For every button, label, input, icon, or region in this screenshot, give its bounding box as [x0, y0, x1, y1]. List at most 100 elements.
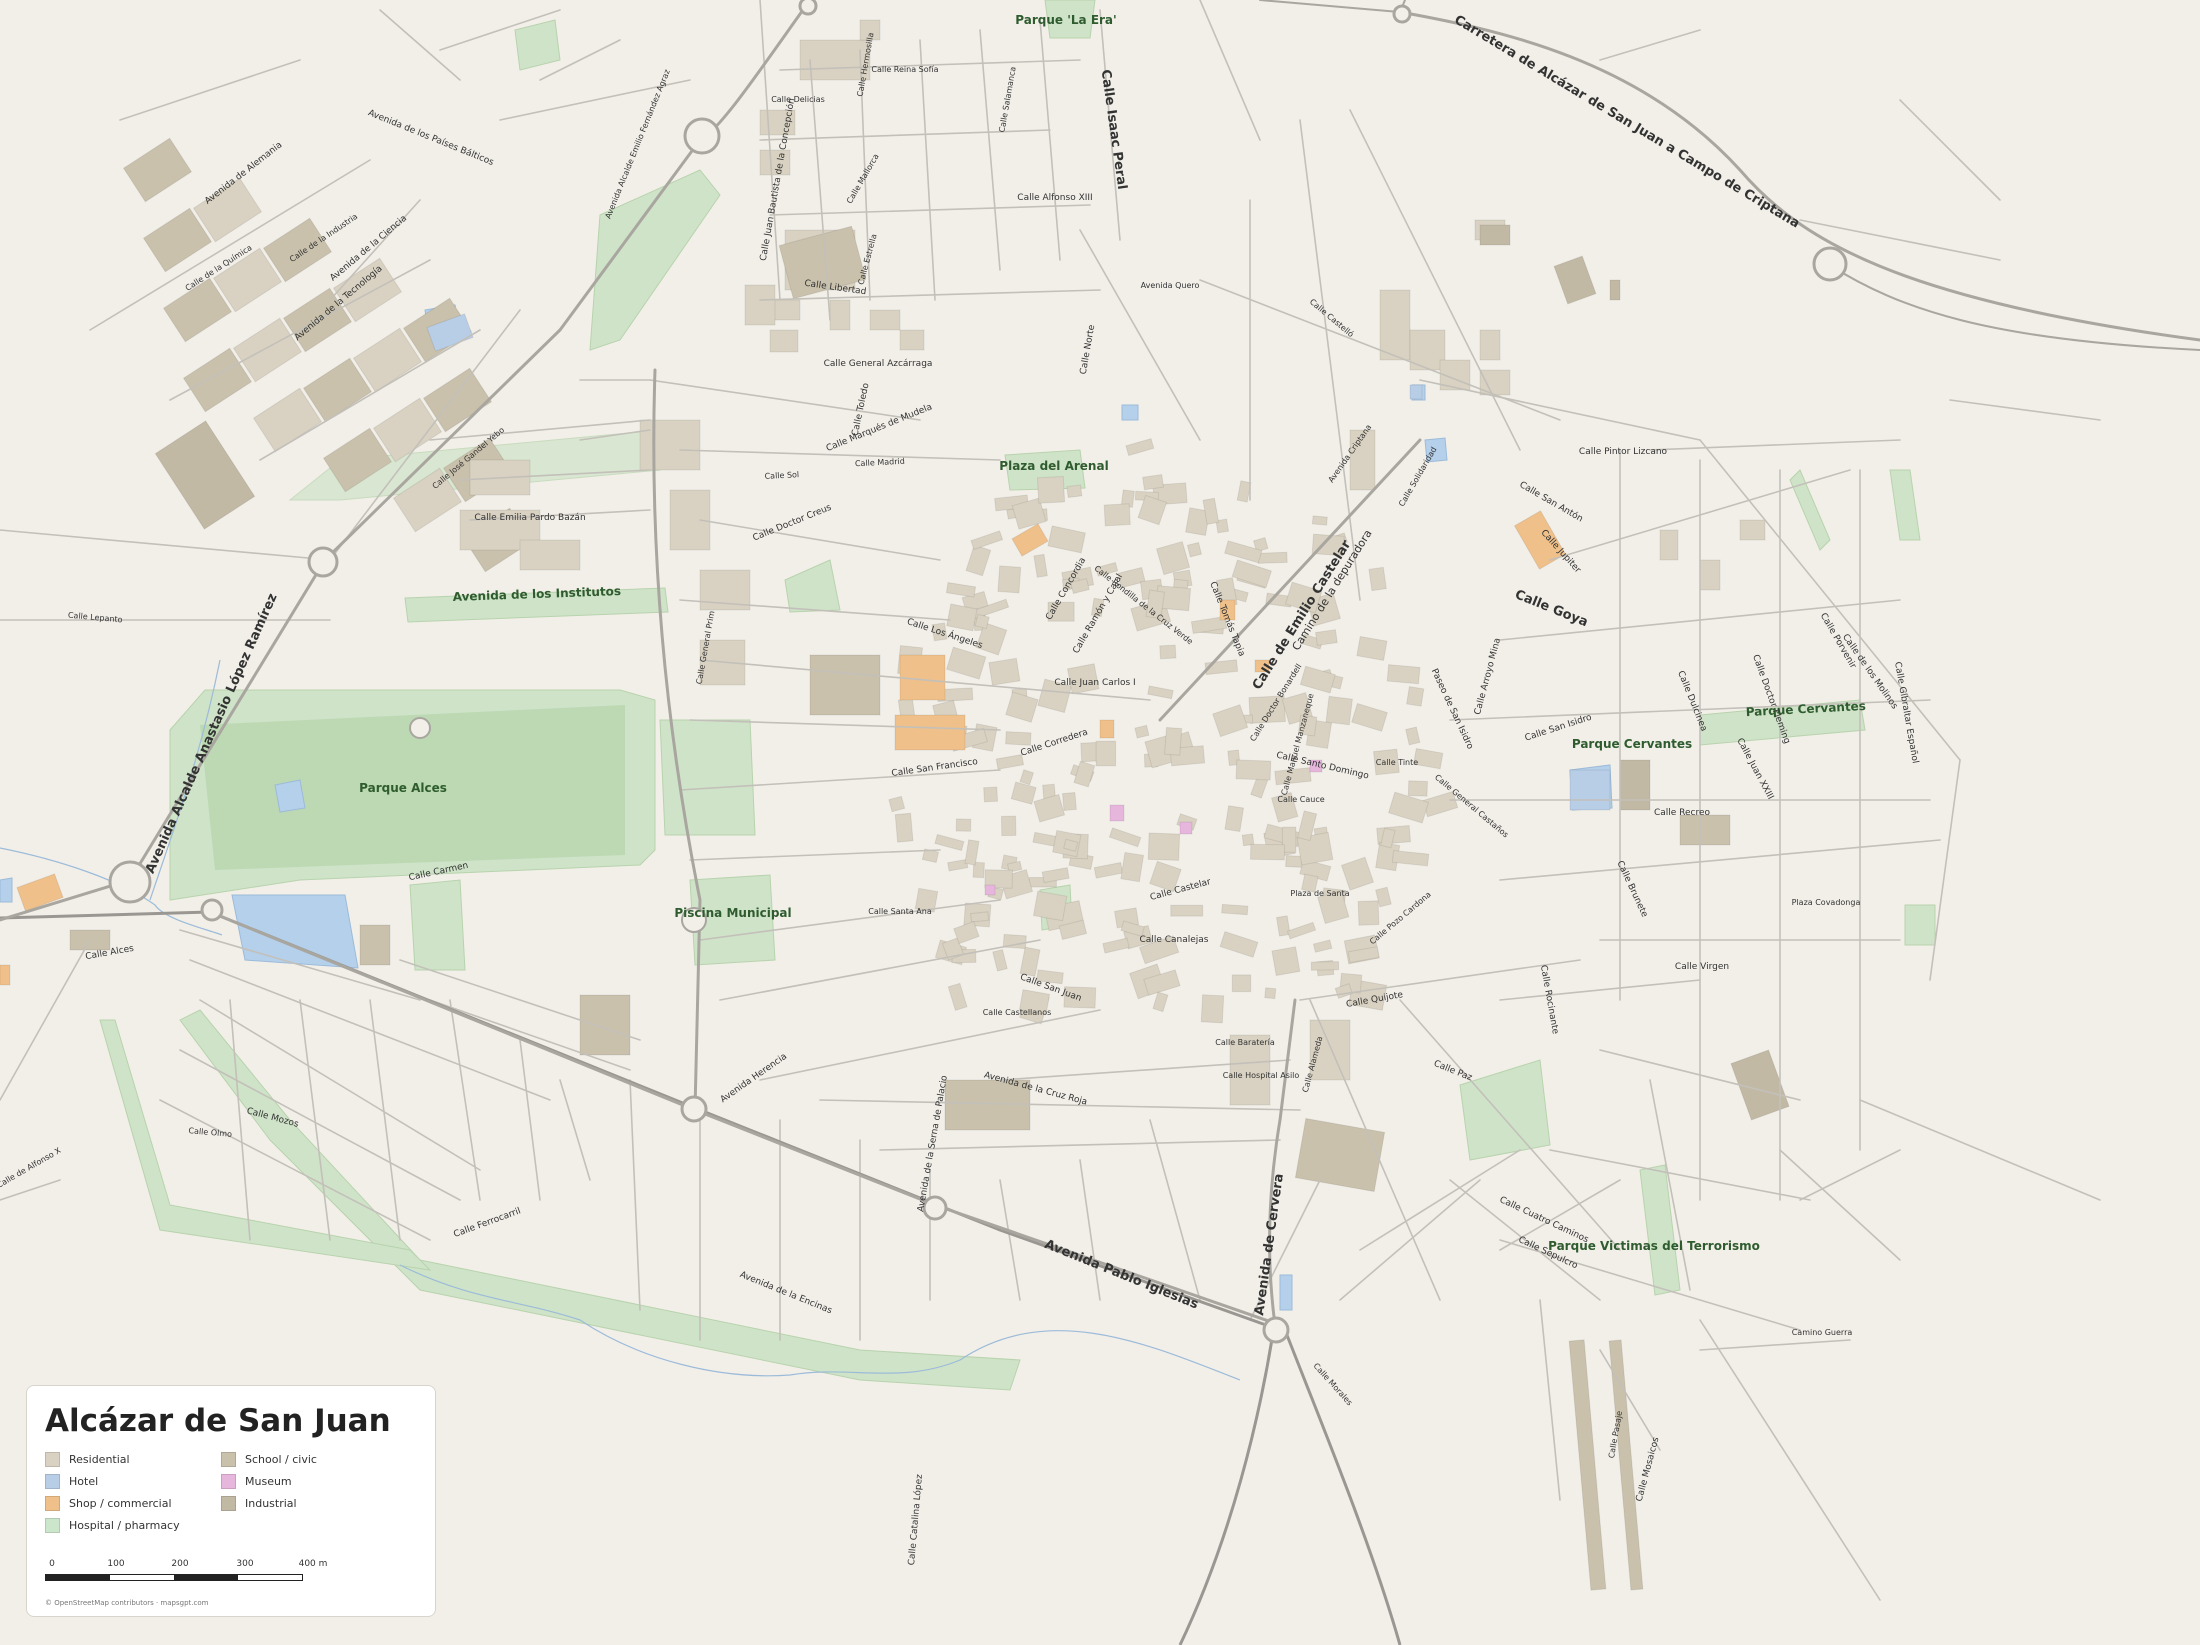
- building: [899, 654, 946, 701]
- building: [1103, 503, 1131, 527]
- building: [1224, 805, 1245, 833]
- building: [1407, 780, 1428, 797]
- legend-swatch-industrial: [221, 1496, 236, 1511]
- building: [579, 994, 631, 1056]
- water-pond-sw: [231, 894, 359, 969]
- building: [988, 657, 1021, 686]
- water-pond-alces: [274, 779, 306, 813]
- building: [0, 964, 11, 986]
- legend-items: Residential School / civic Hotel Museum …: [45, 1452, 417, 1533]
- building: [1186, 541, 1203, 558]
- building: [1679, 814, 1731, 846]
- building: [1699, 559, 1721, 591]
- scale-tick: 200: [171, 1559, 189, 1569]
- building: [1099, 719, 1115, 739]
- street-label: Avenida Quero: [1141, 281, 1200, 290]
- building: [1179, 821, 1193, 835]
- building: [1170, 904, 1204, 917]
- building: [970, 911, 990, 923]
- building: [1314, 629, 1338, 646]
- building: [1264, 987, 1277, 1000]
- building: [894, 714, 966, 751]
- scale-tick: 300: [236, 1559, 254, 1569]
- scale-bar: 0 100 200 300 400 m: [45, 1559, 417, 1593]
- building: [829, 299, 851, 331]
- legend-swatch-museum: [221, 1474, 236, 1489]
- roundabout-w: [307, 546, 339, 578]
- street-label: Plaza de Santa: [1290, 889, 1349, 898]
- building: [1235, 759, 1272, 781]
- street-label: Calle Canalejas: [1140, 935, 1209, 945]
- scale-tick: 100: [107, 1559, 125, 1569]
- building: [1066, 484, 1083, 499]
- roundabout-sw2: [200, 898, 224, 922]
- street-label: Calle Recreo: [1654, 808, 1711, 818]
- roundabout-e: [1812, 246, 1848, 282]
- building: [1257, 551, 1288, 564]
- building: [1109, 804, 1125, 822]
- building: [769, 329, 799, 353]
- legend-item-industrial: Industrial: [221, 1496, 397, 1511]
- building: [997, 565, 1022, 594]
- building: [888, 795, 906, 813]
- street-label: Calle Baratería: [1215, 1038, 1275, 1047]
- street-label: Calle Santa Ana: [868, 907, 932, 916]
- park-label: Piscina Municipal: [674, 906, 791, 920]
- building: [1357, 900, 1380, 926]
- building: [1739, 519, 1766, 541]
- building: [1479, 224, 1511, 246]
- legend-swatch-hotel: [45, 1474, 60, 1489]
- building: [1406, 686, 1425, 707]
- building: [1609, 279, 1621, 301]
- building: [983, 786, 999, 803]
- legend-label: School / civic: [245, 1453, 317, 1466]
- street-label: Calle Alfonso XIII: [1017, 193, 1092, 203]
- building: [1311, 515, 1328, 526]
- street-label: Plaza Covadonga: [1792, 898, 1861, 907]
- legend-label: Museum: [245, 1475, 292, 1488]
- building: [1159, 644, 1177, 660]
- building: [984, 884, 996, 896]
- building: [1000, 815, 1017, 837]
- legend-item-school-civic: School / civic: [221, 1452, 397, 1467]
- scale-bar-graphic: [45, 1574, 303, 1581]
- street-label: Calle Pintor Lizcano: [1579, 447, 1668, 457]
- building: [1005, 731, 1032, 746]
- building: [1142, 474, 1165, 491]
- roundabout-alces: [409, 717, 431, 739]
- building: [1325, 695, 1353, 726]
- legend-label: Hospital / pharmacy: [69, 1519, 180, 1532]
- street-label: Calle Juan Carlos I: [1054, 678, 1135, 688]
- building: [1134, 724, 1150, 739]
- building: [359, 924, 391, 966]
- street-label: Calle Sol: [764, 470, 799, 481]
- building: [1200, 994, 1225, 1024]
- building: [1619, 759, 1651, 811]
- legend-swatch-residential: [45, 1452, 60, 1467]
- legend-label: Hotel: [69, 1475, 99, 1488]
- park-label: Parque Alces: [359, 781, 447, 795]
- street-label: Calle Hospital Asilo: [1223, 1071, 1300, 1080]
- building: [1061, 792, 1077, 812]
- building: [1310, 961, 1340, 971]
- street-label: Camino Guerra: [1792, 1328, 1853, 1337]
- street-label: Calle Virgen: [1675, 962, 1729, 972]
- building: [1386, 664, 1421, 685]
- street-label: Calle Delicias: [771, 95, 825, 104]
- park-label: Plaza del Arenal: [999, 459, 1108, 473]
- building: [899, 329, 925, 351]
- building: [1479, 329, 1501, 361]
- street-label: Calle Tinte: [1376, 758, 1418, 767]
- legend-swatch-shop: [45, 1496, 60, 1511]
- building: [1032, 890, 1068, 922]
- roundabout-s3: [1262, 1316, 1290, 1344]
- legend-item-shop: Shop / commercial: [45, 1496, 221, 1511]
- building: [946, 603, 978, 632]
- park-label: Parque 'La Era': [1015, 13, 1116, 27]
- building: [955, 818, 972, 832]
- building: [1095, 740, 1117, 767]
- legend-item-museum: Museum: [221, 1474, 397, 1489]
- legend-item-hotel: Hotel: [45, 1474, 221, 1489]
- building: [1221, 903, 1249, 916]
- building: [1231, 974, 1252, 993]
